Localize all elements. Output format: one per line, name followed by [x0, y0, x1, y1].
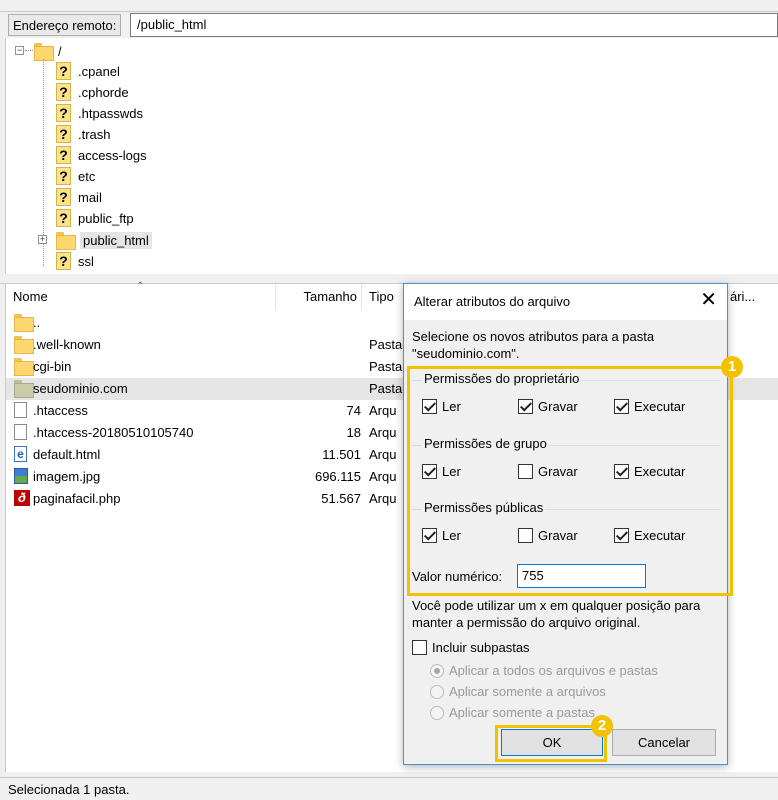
tree-item-cpanel[interactable]: ? .cpanel [56, 61, 120, 81]
php-file-icon: ð [14, 490, 30, 506]
sort-up-icon: ⌃ [136, 281, 145, 292]
apply-folders-radio[interactable]: Aplicar somente a pastas [430, 705, 595, 720]
tree-item-public-html[interactable]: public_html [56, 230, 152, 250]
image-file-icon [14, 468, 28, 484]
tree-item-label: .cphorde [78, 84, 129, 100]
tree-item-htpasswds[interactable]: ? .htpasswds [56, 103, 143, 123]
radio-unselected-icon [430, 684, 444, 699]
tree-item-mail[interactable]: ? mail [56, 187, 102, 207]
tree-item-public-ftp[interactable]: ? public_ftp [56, 208, 134, 228]
tree-expand-icon[interactable]: + [38, 235, 47, 244]
tree-item-label: mail [78, 189, 102, 205]
folder-icon [14, 358, 34, 376]
apply-all-radio[interactable]: Aplicar a todos os arquivos e pastas [430, 663, 658, 678]
tree-item-trash[interactable]: ? .trash [56, 124, 111, 144]
document-icon [14, 424, 27, 440]
folder-icon [34, 43, 54, 61]
tree-item-cphorde[interactable]: ? .cphorde [56, 82, 129, 102]
callout-highlight-ok [495, 725, 607, 762]
status-text: Selecionada 1 pasta. [8, 782, 130, 797]
unknown-folder-icon: ? [56, 252, 71, 270]
unknown-folder-icon: ? [56, 104, 71, 122]
tree-collapse-icon[interactable]: − [15, 46, 24, 55]
column-header-size[interactable]: Tamanho [276, 284, 362, 310]
callout-highlight-permissions [407, 366, 733, 596]
tree-item-label: etc [78, 168, 96, 184]
unknown-folder-icon: ? [56, 83, 71, 101]
tree-item-access-logs[interactable]: ? access-logs [56, 145, 147, 165]
dialog-intro-line1: Selecione os novos atributos para a past… [412, 329, 655, 344]
folder-icon [14, 314, 34, 332]
unknown-folder-icon: ? [56, 167, 71, 185]
address-bar: Endereço remoto: /public_html [0, 11, 778, 38]
tree-root[interactable]: / [34, 41, 62, 61]
unknown-folder-icon: ? [56, 125, 71, 143]
folder-icon [14, 336, 34, 354]
tree-item-label: .cpanel [78, 63, 120, 79]
folder-icon [56, 232, 76, 250]
hint-line2: manter a permissão do arquivo original. [412, 615, 641, 630]
radio-selected-icon [430, 663, 444, 678]
remote-directory-tree: − / ? .cpanel ? .cphorde ? .htpasswds ? … [5, 38, 778, 274]
status-bar: Selecionada 1 pasta. [0, 777, 778, 800]
document-icon [14, 402, 27, 418]
callout-badge-1: 1 [721, 356, 743, 378]
hint-line1: Você pode utilizar um x em qualquer posi… [412, 598, 701, 613]
tree-item-ssl[interactable]: ? ssl [56, 251, 94, 271]
tree-item-label: .trash [78, 126, 111, 142]
unknown-folder-icon: ? [56, 209, 71, 227]
dialog-titlebar: Alterar atributos do arquivo ✕ [404, 284, 727, 320]
tree-item-label: .htpasswds [78, 105, 144, 121]
tree-item-label: public_ftp [78, 210, 134, 226]
callout-badge-2: 2 [591, 715, 613, 737]
cancel-button[interactable]: Cancelar [612, 729, 716, 756]
tree-item-etc[interactable]: ? etc [56, 166, 95, 186]
html-file-icon: e [14, 446, 27, 462]
close-icon[interactable]: ✕ [700, 290, 717, 310]
column-header-name[interactable]: Nome ⌃ [6, 281, 276, 310]
address-label: Endereço remoto: [8, 14, 122, 36]
folder-icon [14, 380, 34, 398]
tree-root-label: / [58, 43, 62, 59]
dialog-intro-line2: "seudominio.com". [412, 346, 520, 361]
apply-files-radio[interactable]: Aplicar somente a arquivos [430, 684, 606, 699]
tree-item-label: ssl [78, 253, 94, 269]
address-input[interactable]: /public_html [130, 13, 778, 37]
unknown-folder-icon: ? [56, 188, 71, 206]
radio-unselected-icon [430, 705, 444, 720]
dialog-title: Alterar atributos do arquivo [414, 294, 571, 309]
include-subfolders-checkbox[interactable]: Incluir subpastas [412, 640, 530, 655]
tree-item-label: access-logs [78, 147, 147, 163]
checkbox-unchecked-icon [412, 640, 427, 655]
unknown-folder-icon: ? [56, 62, 71, 80]
column-header-extra[interactable]: ári... [730, 284, 778, 310]
unknown-folder-icon: ? [56, 146, 71, 164]
tree-item-label: public_html [80, 231, 152, 249]
